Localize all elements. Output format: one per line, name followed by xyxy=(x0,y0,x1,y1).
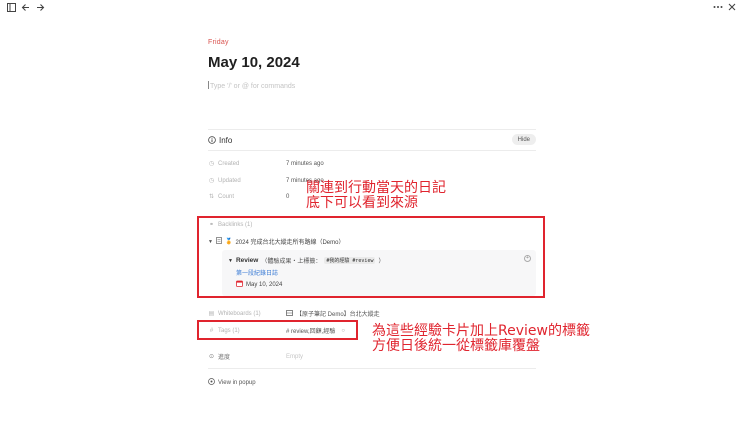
top-bar xyxy=(0,0,740,14)
whiteboards-label: Whiteboards (1) xyxy=(218,310,261,317)
annotation-backlinks-note: 關連到行動當天的日記 底下可以看到來源 xyxy=(306,181,446,211)
divider xyxy=(208,150,536,151)
progress-label: 進度 xyxy=(218,355,231,361)
back-arrow-icon[interactable] xyxy=(19,1,31,13)
annotation-box-tags xyxy=(197,320,358,340)
view-in-popup-text[interactable]: View in popup xyxy=(218,380,256,386)
text-caret xyxy=(208,81,209,89)
clock-icon: ◷ xyxy=(208,161,215,167)
count-value: 0 xyxy=(286,193,290,200)
comment-placeholder: Type '/' or @ for commands xyxy=(210,83,296,90)
count-icon: ⇅ xyxy=(208,194,215,200)
property-whiteboards: ▤ Whiteboards (1) 【原子筆記 Demo】台北大縱走 xyxy=(208,309,380,318)
annotation-line: 底下可以看到來源 xyxy=(306,195,418,211)
view-in-popup-link[interactable]: View in popup xyxy=(208,378,256,387)
whiteboard-small-icon xyxy=(286,309,293,318)
whiteboard-value[interactable]: 【原子筆記 Demo】台北大縱走 xyxy=(286,309,380,318)
progress-icon: ⊙ xyxy=(208,354,215,360)
updated-label: Updated xyxy=(218,177,241,184)
divider xyxy=(208,368,536,369)
annotation-line: 為這些經驗卡片加上Review的標籤 xyxy=(372,323,590,339)
forward-arrow-icon[interactable] xyxy=(34,1,46,13)
clock-icon: ◷ xyxy=(208,178,215,184)
hide-button[interactable]: Hide xyxy=(511,134,536,145)
more-icon[interactable] xyxy=(712,1,724,13)
annotation-box-backlinks xyxy=(197,216,545,298)
annotation-line: 方便日後統一從標籤庫覆盤 xyxy=(372,338,540,354)
whiteboard-title[interactable]: 【原子筆記 Demo】台北大縱走 xyxy=(296,309,380,318)
count-label: Count xyxy=(218,193,235,200)
progress-value[interactable]: Empty xyxy=(286,354,303,360)
sidebar-toggle-icon[interactable] xyxy=(5,1,17,13)
info-title: Info xyxy=(208,136,232,145)
annotation-tags-note: 為這些經驗卡片加上Review的標籤 方便日後統一從標籤庫覆盤 xyxy=(372,324,590,354)
info-header: Info Hide xyxy=(208,134,536,146)
created-label: Created xyxy=(218,160,240,167)
annotation-line: 關連到行動當天的日記 xyxy=(306,180,446,196)
created-value: 7 minutes ago xyxy=(286,160,324,167)
comment-input[interactable]: Type '/' or @ for commands xyxy=(208,81,295,90)
weekday-label: Friday xyxy=(208,39,229,46)
property-created: ◷ Created 7 minutes ago xyxy=(208,159,324,168)
property-progress: ⊙ 進度 Empty xyxy=(208,352,303,362)
info-title-text: Info xyxy=(219,135,233,145)
popup-icon xyxy=(208,378,215,387)
property-count: ⇅ Count 0 xyxy=(208,192,289,201)
whiteboard-icon: ▤ xyxy=(208,311,215,317)
close-icon[interactable] xyxy=(726,1,738,13)
divider xyxy=(208,129,536,130)
info-icon xyxy=(208,136,216,144)
page-title[interactable]: May 10, 2024 xyxy=(208,54,300,71)
